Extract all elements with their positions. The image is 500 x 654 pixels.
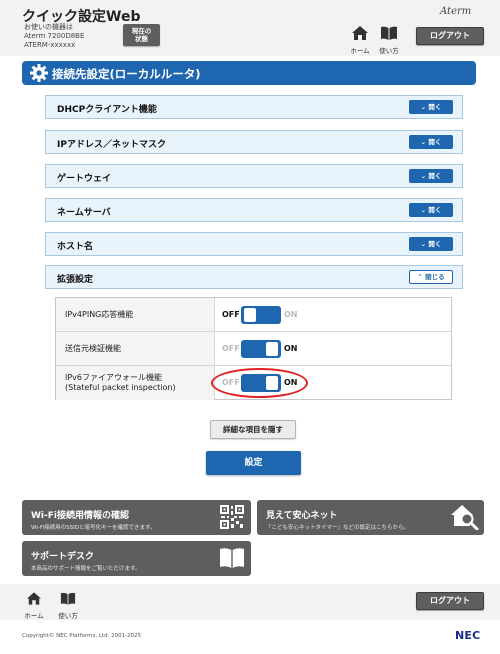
ipv4-ping-toggle[interactable] xyxy=(241,306,281,324)
toggle-knob xyxy=(244,308,256,322)
open-button-label: 開く xyxy=(428,206,442,214)
current-status-label-1: 現在の xyxy=(131,27,152,35)
highlight-ring xyxy=(211,368,308,398)
house-search-icon xyxy=(451,505,479,530)
support-desk-title: サポートデスク xyxy=(31,552,95,562)
section-gateway-label: ゲートウェイ xyxy=(57,174,112,184)
section-dhcp-client-label: DHCPクライアント機能 xyxy=(57,105,157,115)
copyright-text: Copyright© NEC Platforms, Ltd. 2001-2025 xyxy=(22,633,142,639)
hide-details-button[interactable]: 詳細な項目を隠す xyxy=(210,420,296,439)
book-icon xyxy=(381,26,397,40)
section-advanced-close-button[interactable]: ⌃ 閉じる xyxy=(409,270,453,284)
setting-label-source-validation: 送信元検証機能 xyxy=(56,332,215,365)
setting-row-ipv4-ping: IPv4PING応答機能 OFF ON xyxy=(56,298,451,332)
support-desk-card[interactable]: サポートデスク 本商品のサポート情報をご覧いただけます。 xyxy=(22,541,251,576)
section-ip-address[interactable]: IPアドレス／ネットマスク ⌄ 開く xyxy=(45,130,463,154)
device-ssid: ATERM-xxxxxx xyxy=(24,41,76,49)
book-icon xyxy=(220,548,244,568)
nav-help-label: 使い方 xyxy=(379,47,399,55)
setting-row-source-validation: 送信元検証機能 OFF ON xyxy=(56,332,451,366)
section-advanced-label: 拡張設定 xyxy=(57,275,94,285)
section-host-name-label: ホスト名 xyxy=(57,242,94,252)
device-info-caption: お使いの機器は xyxy=(24,23,73,31)
home-icon xyxy=(352,26,368,40)
source-validation-on-label: ON xyxy=(284,344,298,353)
footer-help-label: 使い方 xyxy=(58,612,78,620)
qr-code-icon xyxy=(220,505,244,529)
page-title: 接続先設定(ローカルルータ) xyxy=(52,67,201,81)
setting-label-ipv4-ping: IPv4PING応答機能 xyxy=(56,298,215,331)
source-validation-toggle[interactable] xyxy=(241,340,281,358)
open-button-label: 開く xyxy=(428,103,442,111)
section-dhcp-client[interactable]: DHCPクライアント機能 ⌄ 開く xyxy=(45,95,463,119)
footer-logout-button[interactable]: ログアウト xyxy=(416,592,484,610)
section-name-server[interactable]: ネームサーバ ⌄ 開く xyxy=(45,198,463,222)
aterm-logo: Aterm xyxy=(440,6,472,17)
footer-home-button[interactable]: ホーム xyxy=(21,590,47,620)
section-ip-address-open-button[interactable]: ⌄ 開く xyxy=(409,135,453,149)
submit-button[interactable]: 設定 xyxy=(206,451,301,475)
source-validation-off-label: OFF xyxy=(222,344,240,353)
header-bar: クイック設定Web お使いの機器は Aterm 7200D8BE ATERM-x… xyxy=(0,0,500,56)
section-ip-address-label: IPアドレス／ネットマスク xyxy=(57,140,166,150)
nav-help-button[interactable]: 使い方 xyxy=(375,25,403,55)
ipv4-ping-on-label: ON xyxy=(284,310,298,319)
ipv6-firewall-label-line2: (Stateful packet inspection) xyxy=(65,383,176,392)
device-model: Aterm 7200D8BE xyxy=(24,32,85,40)
safety-net-title: 見えて安心ネット xyxy=(266,511,338,521)
toggle-knob xyxy=(266,342,278,356)
open-button-label: 開く xyxy=(428,240,442,248)
ipv6-firewall-label-line1: IPv6ファイアウォール機能 xyxy=(65,373,163,382)
close-button-label: 閉じる xyxy=(425,273,445,281)
open-button-label: 開く xyxy=(428,172,442,180)
home-icon xyxy=(27,592,41,605)
wifi-info-card[interactable]: Wi-Fi接続用情報の確認 Wi-Fi接続用のSSIDと暗号化キーを確認できます… xyxy=(22,500,251,535)
safety-net-card[interactable]: 見えて安心ネット 「こども安心ネットタイマー」などの設定はこちらから。 xyxy=(257,500,484,535)
current-status-button[interactable]: 現在の 状態 xyxy=(123,24,160,46)
nec-logo: NEC xyxy=(455,629,481,642)
nav-home-label: ホーム xyxy=(350,47,370,55)
logout-button[interactable]: ログアウト xyxy=(416,27,484,45)
gear-icon xyxy=(30,64,48,82)
safety-net-desc: 「こども安心ネットタイマー」などの設定はこちらから。 xyxy=(266,525,410,531)
section-gateway[interactable]: ゲートウェイ ⌄ 開く xyxy=(45,164,463,188)
footer-home-label: ホーム xyxy=(24,612,44,620)
section-gateway-open-button[interactable]: ⌄ 開く xyxy=(409,169,453,183)
section-dhcp-client-open-button[interactable]: ⌄ 開く xyxy=(409,100,453,114)
nav-home-button[interactable]: ホーム xyxy=(346,25,374,55)
section-name-server-open-button[interactable]: ⌄ 開く xyxy=(409,203,453,217)
section-name-server-label: ネームサーバ xyxy=(57,208,111,218)
chevron-up-icon: ⌃ xyxy=(417,273,426,281)
section-host-name[interactable]: ホスト名 ⌄ 開く xyxy=(45,232,463,256)
current-status-label-2: 状態 xyxy=(135,35,148,43)
wifi-info-title: Wi-Fi接続用情報の確認 xyxy=(31,511,129,521)
setting-label-ipv6-firewall: IPv6ファイアウォール機能 (Stateful packet inspecti… xyxy=(56,366,215,400)
device-info: お使いの機器は Aterm 7200D8BE ATERM-xxxxxx xyxy=(24,23,84,50)
support-desk-desc: 本商品のサポート情報をご覧いただけます。 xyxy=(31,566,141,572)
footer-help-button[interactable]: 使い方 xyxy=(55,590,81,620)
section-advanced[interactable]: 拡張設定 ⌃ 閉じる xyxy=(45,265,463,289)
book-icon xyxy=(60,592,76,605)
wifi-info-desc: Wi-Fi接続用のSSIDと暗号化キーを確認できます。 xyxy=(31,525,156,531)
section-host-name-open-button[interactable]: ⌄ 開く xyxy=(409,237,453,251)
footer-bar: ホーム 使い方 ログアウト xyxy=(0,584,500,620)
open-button-label: 開く xyxy=(428,138,442,146)
ipv4-ping-off-label: OFF xyxy=(222,310,240,319)
page-title-bar: 接続先設定(ローカルルータ) xyxy=(22,61,476,85)
